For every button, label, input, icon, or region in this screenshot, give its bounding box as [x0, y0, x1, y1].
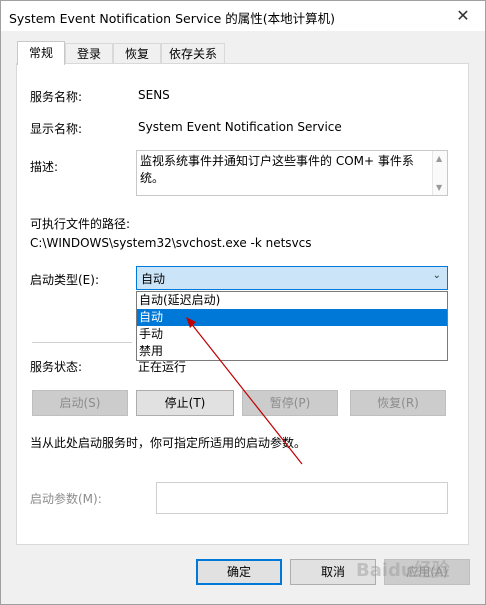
- title-bar: System Event Notification Service 的属性(本地…: [1, 1, 485, 31]
- startup-params-hint: 当从此处启动服务时，你可指定所适用的启动参数。: [30, 436, 307, 450]
- resume-button[interactable]: 恢复(R): [350, 390, 446, 416]
- separator: [32, 342, 132, 343]
- startup-type-dropdown: 自动(延迟启动) 自动 手动 禁用: [136, 291, 448, 361]
- watermark: Baidu经验: [356, 560, 450, 581]
- startup-type-value: 自动: [141, 272, 166, 286]
- description-label: 描述:: [30, 160, 59, 174]
- tab-general[interactable]: 常规: [17, 41, 65, 65]
- startup-type-select[interactable]: 自动 ⌄: [136, 266, 448, 290]
- service-name-label: 服务名称:: [30, 90, 83, 104]
- startup-option-manual[interactable]: 手动: [137, 326, 447, 343]
- description-box[interactable]: 监视系统事件并通知订户这些事件的 COM+ 事件系统。 ▲ ▼: [136, 150, 448, 196]
- pause-button[interactable]: 暂停(P): [242, 390, 338, 416]
- service-status-label: 服务状态:: [30, 360, 83, 374]
- description-scrollbar[interactable]: ▲ ▼: [432, 151, 447, 195]
- tab-logon[interactable]: 登录: [65, 43, 113, 64]
- startup-option-auto[interactable]: 自动: [137, 309, 447, 326]
- scroll-down-icon[interactable]: ▼: [436, 183, 442, 192]
- dialog-title: System Event Notification Service 的属性(本地…: [9, 11, 335, 26]
- startup-params-label: 启动参数(M):: [30, 492, 102, 506]
- service-name-value: SENS: [138, 88, 170, 102]
- stop-button[interactable]: 停止(T): [136, 390, 234, 416]
- scroll-up-icon[interactable]: ▲: [436, 154, 442, 163]
- description-text: 监视系统事件并通知订户这些事件的 COM+ 事件系统。: [140, 154, 414, 185]
- tab-recovery[interactable]: 恢复: [113, 43, 161, 64]
- display-name-label: 显示名称:: [30, 122, 83, 136]
- startup-type-label: 启动类型(E):: [30, 273, 99, 287]
- display-name-value: System Event Notification Service: [138, 120, 342, 134]
- startup-option-auto-delayed[interactable]: 自动(延迟启动): [137, 292, 447, 309]
- ok-button[interactable]: 确定: [196, 559, 282, 585]
- startup-params-input[interactable]: [156, 482, 448, 514]
- chevron-down-icon[interactable]: ⌄: [433, 270, 441, 281]
- executable-path-label: 可执行文件的路径:: [30, 217, 131, 231]
- start-button[interactable]: 启动(S): [32, 390, 128, 416]
- close-icon[interactable]: ✕: [441, 1, 485, 31]
- startup-option-disabled[interactable]: 禁用: [137, 343, 447, 360]
- executable-path-value: C:\WINDOWS\system32\svchost.exe -k netsv…: [30, 236, 312, 250]
- tab-dependencies[interactable]: 依存关系: [161, 43, 225, 64]
